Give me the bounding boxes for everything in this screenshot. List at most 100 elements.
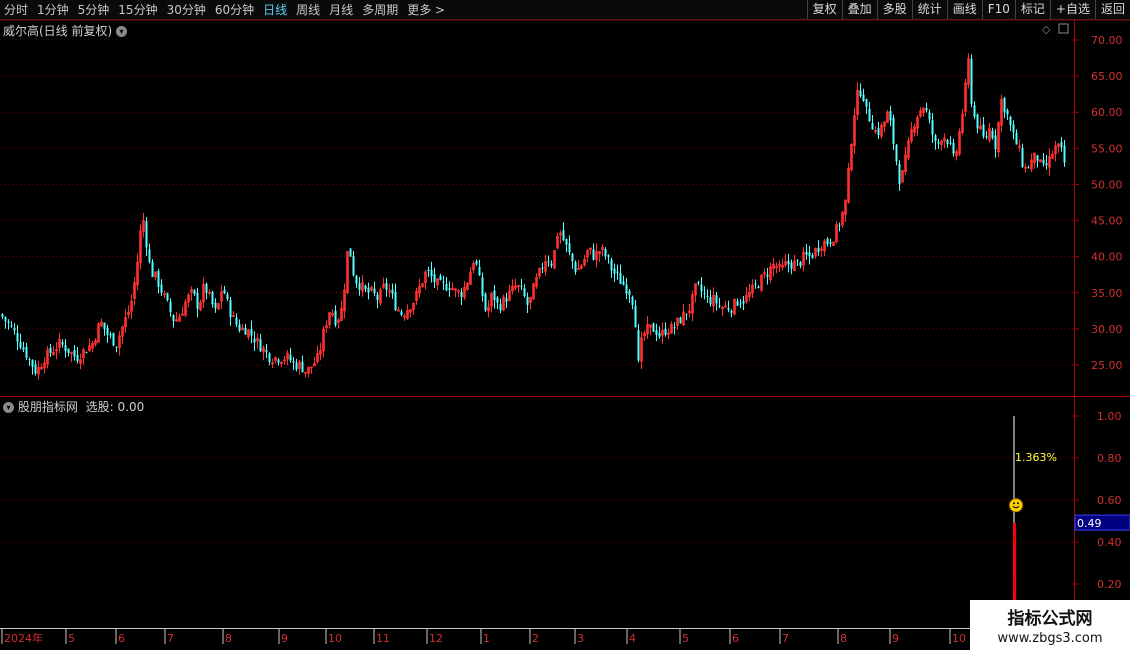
candle-body [172, 314, 175, 322]
candle-body [433, 274, 436, 282]
candle-body [277, 359, 280, 363]
indicator-tick-label: 0.60 [1097, 494, 1122, 507]
candle-body [1012, 124, 1015, 133]
watermark-logo: 指标公式网 www.zbgs3.com [970, 600, 1130, 650]
candle-body [982, 124, 985, 137]
diamond-icon[interactable]: ◇ [1042, 23, 1051, 36]
candle-body [265, 349, 268, 352]
date-label: 10 [952, 632, 966, 645]
candle-body [268, 353, 271, 363]
candle-body [946, 139, 949, 145]
candle-body [625, 284, 628, 294]
candle-body [334, 310, 337, 325]
candle-body [475, 261, 478, 265]
smiley-icon [1009, 498, 1023, 513]
candle-body [928, 112, 931, 120]
candle-body [229, 299, 232, 318]
candle-body [64, 345, 67, 352]
candle-body [352, 256, 355, 276]
current-value-label: 0.49 [1077, 517, 1102, 530]
candle-body [709, 296, 712, 305]
candle-body [976, 114, 979, 129]
chevron-down-icon[interactable]: ▾ [3, 402, 14, 413]
candle-body [859, 90, 862, 97]
candle-body [871, 122, 874, 130]
candle-body [244, 327, 247, 335]
candle-body [727, 307, 730, 310]
candle-body [109, 334, 112, 336]
candle-body [1036, 155, 1039, 161]
date-label: 9 [281, 632, 288, 645]
candle-body [730, 310, 733, 313]
candle-body [61, 342, 64, 345]
indicator-tick-label: 0.40 [1097, 536, 1122, 549]
price-tick-label: 45.00 [1091, 215, 1123, 228]
candle-body [607, 255, 610, 258]
candle-body [301, 362, 304, 372]
candle-body [427, 269, 430, 272]
candle-body [808, 252, 811, 257]
smiley-eye [1013, 502, 1015, 505]
candle-body [235, 317, 238, 325]
candle-body [1015, 132, 1018, 145]
candle-body [715, 295, 718, 304]
candle-body [610, 259, 613, 271]
price-tick-label: 50.00 [1091, 178, 1123, 191]
maximize-icon[interactable] [1058, 23, 1069, 34]
candle-body [250, 328, 253, 336]
price-tick-label: 35.00 [1091, 287, 1123, 300]
candle-body [115, 346, 118, 348]
candle-body [592, 249, 595, 260]
candle-body [295, 362, 298, 370]
price-tick-label: 30.00 [1091, 323, 1123, 336]
candle-body [400, 311, 403, 315]
date-label: 6 [732, 632, 739, 645]
candle-body [934, 135, 937, 142]
candle-body [31, 359, 34, 367]
candle-body [877, 128, 880, 136]
candle-body [892, 117, 895, 144]
date-label: 4 [629, 632, 636, 645]
candle-body [736, 301, 739, 306]
candle-body [157, 270, 160, 287]
candle-body [952, 142, 955, 154]
candle-body [562, 230, 565, 241]
price-axis: 70.00 65.00 60.00 55.00 50.00 45.00 40.00 35.00… [1074, 34, 1123, 372]
candle-body [637, 329, 640, 361]
date-label: 2 [532, 632, 539, 645]
candle-body [616, 271, 619, 274]
candle-body [787, 260, 790, 265]
chevron-down-icon[interactable]: ▾ [116, 26, 128, 37]
stock-title: 威尔高(日线 前复权) [3, 24, 113, 38]
candle-body [613, 268, 616, 274]
price-tick-label: 65.00 [1091, 70, 1123, 83]
candle-body [160, 284, 163, 293]
candle-body [571, 253, 574, 262]
candle-body [205, 283, 208, 293]
candle-body [739, 303, 742, 305]
kline-chart[interactable]: 70.00 65.00 60.00 55.00 50.00 45.00 40.00 35.00… [0, 0, 1130, 650]
date-label: 5 [682, 632, 689, 645]
candle-body [718, 305, 721, 307]
candle-body [391, 289, 394, 294]
candle-body [385, 282, 388, 290]
candle-body [622, 281, 625, 285]
candle-body [826, 238, 829, 245]
candle-body [796, 259, 799, 261]
price-tick-label: 70.00 [1091, 34, 1123, 47]
candle-body [1042, 159, 1045, 164]
candle-body [550, 263, 553, 266]
candle-body [1, 314, 4, 317]
candle-body [292, 360, 295, 363]
watermark-title: 指标公式网 [1007, 609, 1093, 629]
main-panel-title: 威尔高(日线 前复权) ▾ [3, 22, 128, 39]
candle-body [355, 275, 358, 284]
indicator-tick-label: 0.20 [1097, 578, 1122, 591]
candle-body [106, 327, 109, 335]
indicator-tick-label: 1.00 [1097, 410, 1122, 423]
candle-body [949, 142, 952, 144]
candle-body [985, 136, 988, 138]
candle-body [634, 305, 637, 328]
date-label: 10 [328, 632, 342, 645]
date-axis: 2024年 5 6 7 8 9 10 11 12 1 2 3 4 5 6 7 8 9 10 [1, 629, 966, 645]
